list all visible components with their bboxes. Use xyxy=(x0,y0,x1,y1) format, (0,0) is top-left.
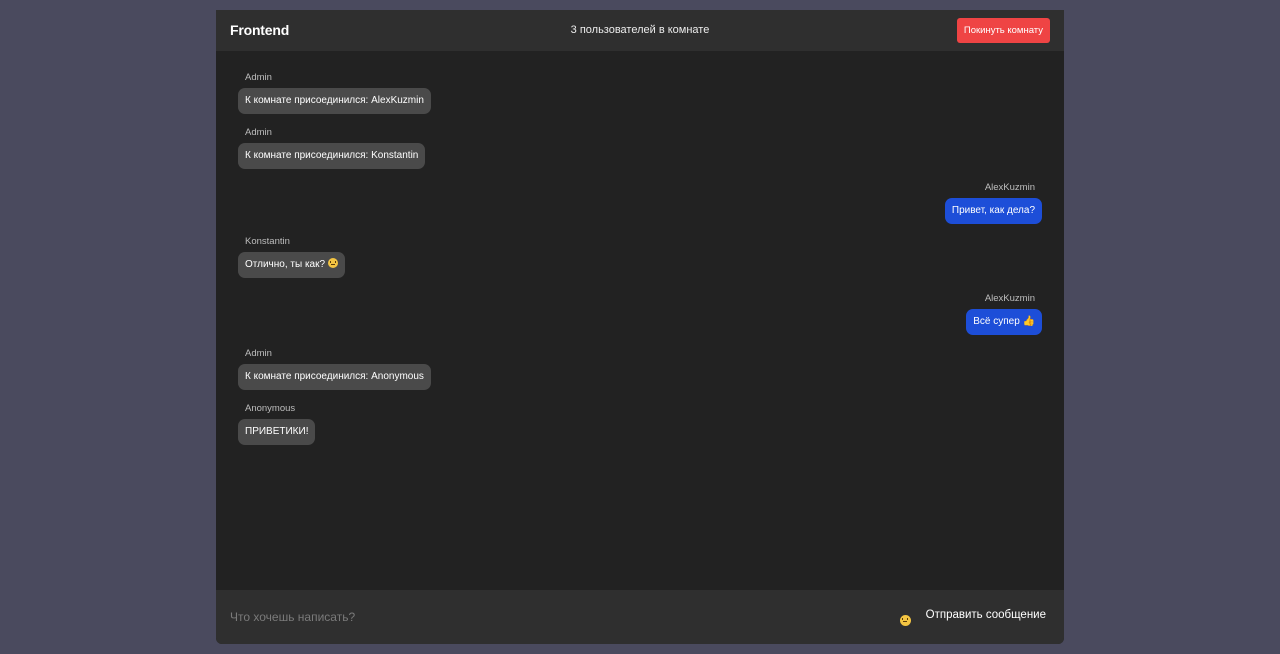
message-item: Konstantin Отлично, ты как? xyxy=(238,236,345,278)
leave-room-button[interactable]: Покинуть комнату xyxy=(956,18,1050,43)
message-text: Всё супер xyxy=(973,316,1020,327)
smiling-face-icon xyxy=(327,258,338,268)
message-item: Anonymous ПРИВЕТИКИ! xyxy=(238,403,316,445)
message-item: Admin К комнате присоединился: Konstanti… xyxy=(238,127,426,169)
message-bubble: К комнате присоединился: Anonymous xyxy=(238,364,431,390)
users-count: 3 пользователей в комнате xyxy=(570,24,710,36)
message-text: К комнате присоединился: Anonymous xyxy=(245,371,424,382)
message-text: К комнате присоединился: AlexKuzmin xyxy=(245,95,424,106)
message-author: AlexKuzmin xyxy=(984,182,1035,193)
message-author: AlexKuzmin xyxy=(984,293,1035,304)
message-text: ПРИВЕТИКИ! xyxy=(245,426,309,437)
smiling-face-icon xyxy=(900,615,911,626)
message-text: Отлично, ты как? xyxy=(245,259,326,270)
message-text: Привет, как дела? xyxy=(951,205,1035,216)
message-composer: Отправить сообщение xyxy=(216,590,1064,644)
message-item: AlexKuzmin Всё супер 👍 xyxy=(966,293,1042,335)
message-author: Admin xyxy=(245,72,272,83)
message-bubble: Всё супер 👍 xyxy=(966,309,1042,335)
chat-header: Frontend 3 пользователей в комнате Покин… xyxy=(216,10,1064,51)
message-author: Anonymous xyxy=(245,403,296,414)
chat-window: Frontend 3 пользователей в комнате Покин… xyxy=(216,10,1064,644)
message-list[interactable]: Admin К комнате присоединился: AlexKuzmi… xyxy=(216,51,1064,590)
message-author: Admin xyxy=(245,127,272,138)
message-bubble: Привет, как дела? xyxy=(944,198,1042,224)
message-item: Admin К комнате присоединился: AlexKuzmi… xyxy=(238,72,431,114)
message-bubble: Отлично, ты как? xyxy=(238,252,345,278)
send-message-button[interactable]: Отправить сообщение xyxy=(926,609,1046,621)
message-author: Konstantin xyxy=(245,236,290,247)
message-bubble: К комнате присоединился: AlexKuzmin xyxy=(238,88,431,114)
message-input[interactable] xyxy=(230,604,830,630)
message-bubble: ПРИВЕТИКИ! xyxy=(238,419,316,445)
emoji-picker-button[interactable] xyxy=(900,612,911,626)
message-item: AlexKuzmin Привет, как дела? xyxy=(944,182,1042,224)
message-bubble: К комнате присоединился: Konstantin xyxy=(238,143,426,169)
message-author: Admin xyxy=(245,348,272,359)
message-text: К комнате присоединился: Konstantin xyxy=(245,150,419,161)
thumbs-up-icon: 👍 xyxy=(1022,316,1035,327)
message-item: Admin К комнате присоединился: Anonymous xyxy=(238,348,431,390)
